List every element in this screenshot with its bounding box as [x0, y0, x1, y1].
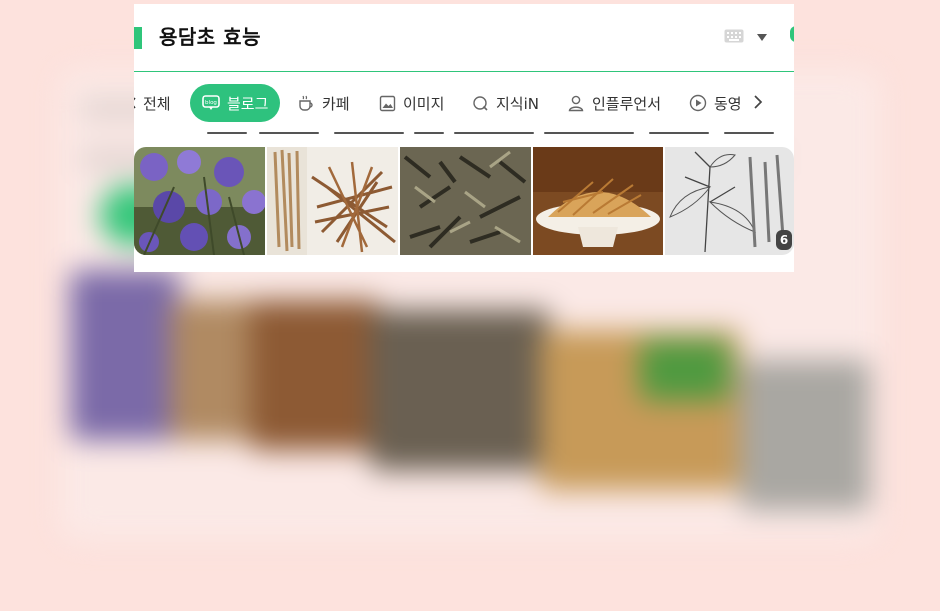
chevron-down-icon[interactable] — [757, 34, 767, 41]
blurred-image — [740, 360, 870, 510]
tab-video[interactable]: 동영 — [689, 84, 742, 122]
clipped-text-line — [199, 128, 779, 138]
brand-mark — [134, 27, 142, 49]
blurred-image — [70, 270, 180, 440]
all-icon — [134, 97, 136, 109]
roots-on-plate-photo — [533, 147, 663, 255]
blurred-image — [250, 300, 380, 450]
gallery-image[interactable] — [533, 147, 663, 255]
tab-label: 지식iN — [496, 94, 539, 113]
search-result-card: 용담초 효능 전체 blog 블로그 카페 이미지 지식iN 인플루언서 동영 … — [134, 4, 794, 272]
tab-label: 블로그 — [227, 94, 269, 113]
tab-knowledge[interactable]: 지식iN — [472, 84, 539, 122]
tab-influencer[interactable]: 인플루언서 — [567, 84, 661, 122]
tab-image[interactable]: 이미지 — [379, 84, 444, 122]
tab-all[interactable]: 전체 — [134, 84, 171, 122]
keyboard-icon[interactable] — [724, 29, 744, 43]
search-bar[interactable]: 용담초 효능 — [134, 4, 794, 72]
gallery-image[interactable] — [267, 147, 398, 255]
svg-text:blog: blog — [205, 100, 217, 106]
search-tabs: 전체 blog 블로그 카페 이미지 지식iN 인플루언서 동영 — [134, 84, 794, 122]
botanical-drawing-photo — [665, 147, 794, 255]
gallery-image[interactable] — [134, 147, 265, 255]
search-query[interactable]: 용담초 효능 — [159, 21, 261, 50]
blog-icon: blog — [202, 95, 220, 110]
tab-label: 인플루언서 — [592, 94, 662, 113]
tab-label: 카페 — [322, 94, 350, 113]
dried-root-photo — [267, 147, 398, 255]
gentian-flower-photo — [134, 147, 265, 255]
tab-label: 동영 — [714, 94, 742, 113]
tab-label: 이미지 — [403, 94, 445, 113]
influencer-icon — [568, 95, 584, 112]
tab-cafe[interactable]: 카페 — [297, 84, 350, 122]
blurred-image — [640, 340, 730, 400]
gallery-image[interactable] — [400, 147, 531, 255]
dried-leaves-photo — [400, 147, 531, 255]
knowledge-icon — [473, 95, 488, 111]
green-indicator — [790, 26, 794, 42]
tab-blog[interactable]: blog 블로그 — [190, 84, 281, 122]
tab-label: 전체 — [143, 94, 171, 113]
cafe-icon — [299, 95, 313, 111]
video-icon — [689, 94, 707, 112]
blurred-image — [170, 300, 260, 440]
image-gallery — [134, 147, 794, 255]
image-icon — [379, 95, 396, 111]
blurred-image — [370, 310, 550, 470]
gallery-image[interactable] — [665, 147, 794, 255]
chevron-right-icon[interactable] — [752, 92, 764, 112]
more-images-count-badge[interactable]: 6 — [776, 230, 792, 250]
